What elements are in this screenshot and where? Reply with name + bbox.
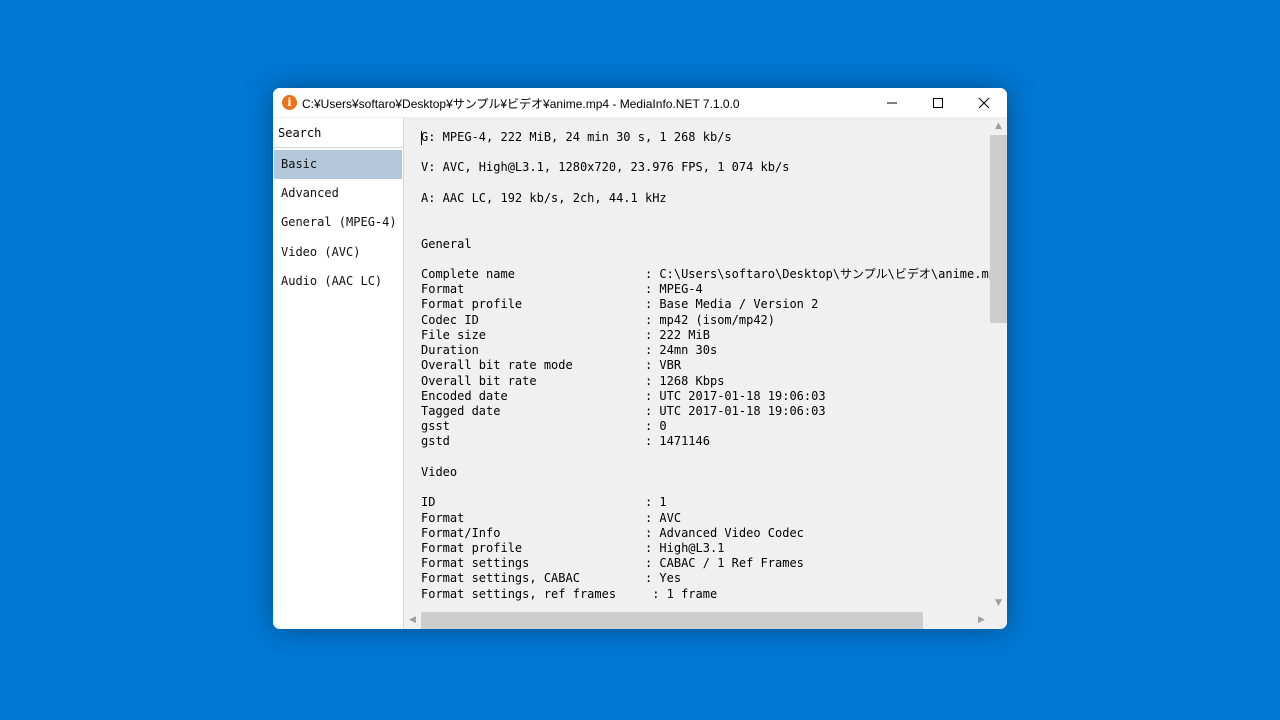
title-bar[interactable]: i C:¥Users¥softaro¥Desktop¥サンプル¥ビデオ¥anim… <box>273 88 1007 117</box>
info-line: Overall bit rate : 1268 Kbps <box>421 374 725 388</box>
info-line: Format/Info : Advanced Video Codec <box>421 526 804 540</box>
info-line: Overall bit rate mode : VBR <box>421 358 682 372</box>
sidebar-item-advanced[interactable]: Advanced <box>274 179 402 208</box>
info-line: Codec ID : mp42 (isom/mp42) <box>421 313 776 327</box>
scroll-right-icon[interactable]: ▶ <box>973 612 990 629</box>
scroll-up-icon[interactable]: ▲ <box>990 118 1007 135</box>
info-line: Format profile : Base Media / Version 2 <box>421 297 819 311</box>
info-line: Format settings, ref frames : 1 frame <box>421 587 718 601</box>
close-icon <box>978 97 990 109</box>
info-line: Format profile : High@L3.1 <box>421 541 725 555</box>
section-heading-general: General <box>421 237 472 251</box>
info-line: Format settings, CABAC : Yes <box>421 571 682 585</box>
info-line: Encoded date : UTC 2017-01-18 19:06:03 <box>421 389 826 403</box>
scroll-down-icon[interactable]: ▼ <box>990 595 1007 612</box>
maximize-icon <box>933 98 943 108</box>
close-button[interactable] <box>961 88 1007 117</box>
info-text-area[interactable]: G: MPEG-4, 222 MiB, 24 min 30 s, 1 268 k… <box>404 118 990 612</box>
summary-audio: A: AAC LC, 192 kb/s, 2ch, 44.1 kHz <box>421 191 667 205</box>
info-line: Tagged date : UTC 2017-01-18 19:06:03 <box>421 404 826 418</box>
window-title: C:¥Users¥softaro¥Desktop¥サンプル¥ビデオ¥anime.… <box>302 97 740 111</box>
info-line: gsst : 0 <box>421 419 667 433</box>
scrollbar-corner <box>990 612 1007 629</box>
info-line: Format settings : CABAC / 1 Ref Frames <box>421 556 804 570</box>
sidebar: Search Basic Advanced General (MPEG-4) V… <box>273 118 404 629</box>
scroll-left-icon[interactable]: ◀ <box>404 612 421 629</box>
info-line: File size : 222 MiB <box>421 328 710 342</box>
sidebar-item-video[interactable]: Video (AVC) <box>274 238 402 267</box>
sidebar-item-audio[interactable]: Audio (AAC LC) <box>274 267 402 296</box>
info-line: Format : AVC <box>421 511 682 525</box>
summary-general: G: MPEG-4, 222 MiB, 24 min 30 s, 1 268 k… <box>421 130 732 144</box>
maximize-button[interactable] <box>915 88 961 117</box>
info-line: Complete name : C:\Users\softaro\Desktop… <box>421 267 990 281</box>
summary-video: V: AVC, High@L3.1, 1280x720, 23.976 FPS,… <box>421 160 790 174</box>
minimize-button[interactable] <box>869 88 915 117</box>
info-line: Format : MPEG-4 <box>421 282 703 296</box>
search-input[interactable]: Search <box>273 118 403 148</box>
horizontal-scrollbar[interactable]: ◀ ▶ <box>404 612 990 629</box>
sidebar-item-basic[interactable]: Basic <box>274 150 402 179</box>
info-line: ID : 1 <box>421 495 667 509</box>
sidebar-item-general[interactable]: General (MPEG-4) <box>274 208 402 237</box>
vertical-scrollbar[interactable]: ▲ ▼ <box>990 118 1007 612</box>
info-icon: i <box>282 95 297 110</box>
info-line: gstd : 1471146 <box>421 434 710 448</box>
minimize-icon <box>887 102 897 104</box>
section-heading-video: Video <box>421 465 458 479</box>
info-line: Duration : 24mn 30s <box>421 343 718 357</box>
horizontal-scroll-thumb[interactable] <box>421 612 923 629</box>
vertical-scroll-thumb[interactable] <box>990 135 1007 323</box>
mediainfo-window: i C:¥Users¥softaro¥Desktop¥サンプル¥ビデオ¥anim… <box>273 88 1007 629</box>
